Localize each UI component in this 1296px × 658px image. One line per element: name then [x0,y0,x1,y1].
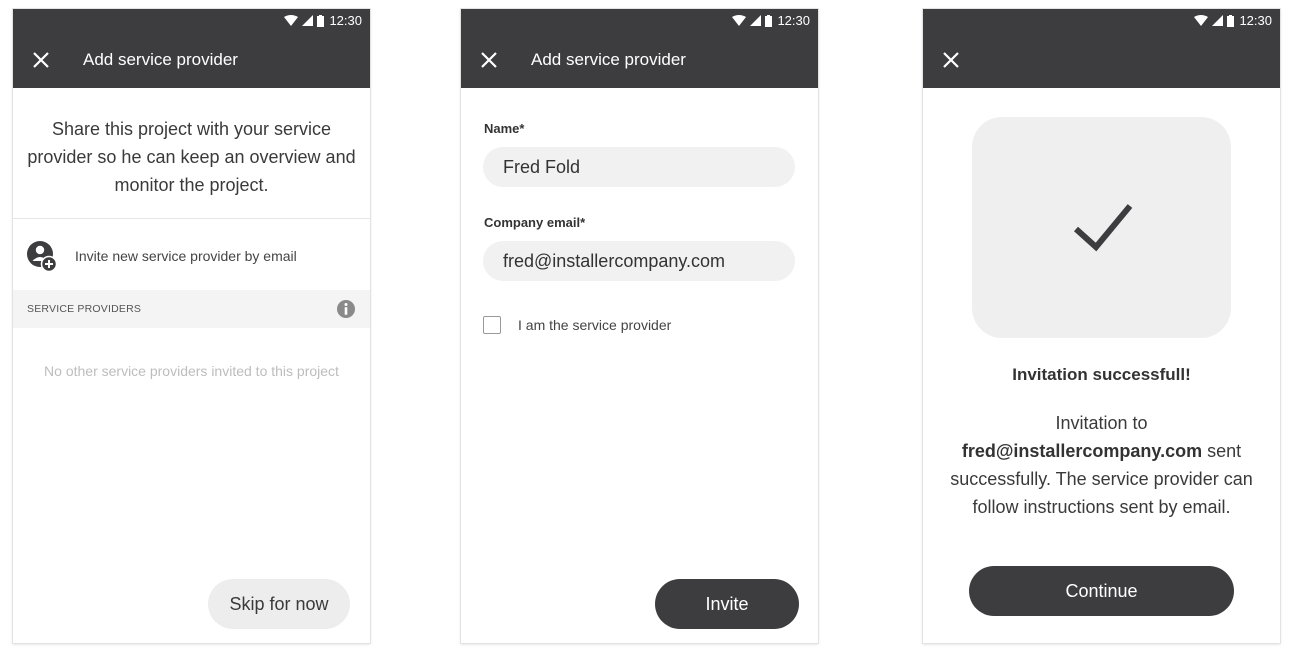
page-title: Add service provider [531,50,686,69]
success-title: Invitation successfull! [1012,365,1191,384]
close-icon[interactable] [461,32,517,88]
signal-icon [750,15,762,26]
battery-icon [765,14,773,27]
success-message: Invitation to fred@installercompany.com … [948,409,1255,521]
status-time: 12:30 [777,13,810,28]
service-provider-checkbox-row[interactable]: I am the service provider [483,316,671,334]
app-bar: Add service provider [13,32,370,88]
invited-email: fred@installercompany.com [961,441,1203,461]
battery-icon [1227,14,1235,27]
service-provider-checkbox[interactable] [483,316,501,334]
battery-icon [317,14,325,27]
screen-invitation-success: 12:30 Invitation successfull! Invitation… [923,9,1280,643]
wifi-icon [1194,15,1209,26]
invite-option-label: Invite new service provider by email [75,248,297,264]
section-header-service-providers: SERVICE PROVIDERS [13,290,370,328]
email-label: Company email* [484,215,586,230]
email-field[interactable]: fred@installercompany.com [483,241,795,281]
wifi-icon [284,15,299,26]
page-title: Add service provider [83,50,238,69]
signal-icon [1212,15,1224,26]
close-icon[interactable] [13,32,69,88]
status-bar: 12:30 [923,9,1280,32]
invite-by-email-option[interactable]: Invite new service provider by email [27,233,356,279]
screen-invite-form: 12:30 Add service provider Name* Fred Fo… [461,9,818,643]
add-person-icon [27,241,57,273]
intro-text: Share this project with your service pro… [27,119,356,195]
status-time: 12:30 [329,13,362,28]
close-icon[interactable] [923,32,979,88]
empty-state: No other service providers invited to th… [44,363,339,379]
invite-button[interactable]: Invite [655,579,799,629]
section-label: SERVICE PROVIDERS [27,303,142,315]
screen-share-project: 12:30 Add service provider Share this pr… [13,9,370,643]
app-bar [923,32,1280,88]
skip-for-now-button[interactable]: Skip for now [208,579,350,629]
checkbox-label: I am the service provider [518,317,672,333]
continue-button[interactable]: Continue [969,566,1234,616]
name-label: Name* [484,121,525,136]
info-icon[interactable] [336,299,356,319]
app-bar: Add service provider [461,32,818,88]
checkmark-icon [1073,203,1132,251]
divider [13,218,370,219]
status-bar: 12:30 [461,9,818,32]
success-tile [972,117,1231,338]
message-prefix: Invitation to [1055,413,1148,433]
status-bar: 12:30 [13,9,370,32]
status-time: 12:30 [1239,13,1272,28]
signal-icon [302,15,314,26]
wifi-icon [732,15,747,26]
name-field[interactable]: Fred Fold [483,147,795,187]
